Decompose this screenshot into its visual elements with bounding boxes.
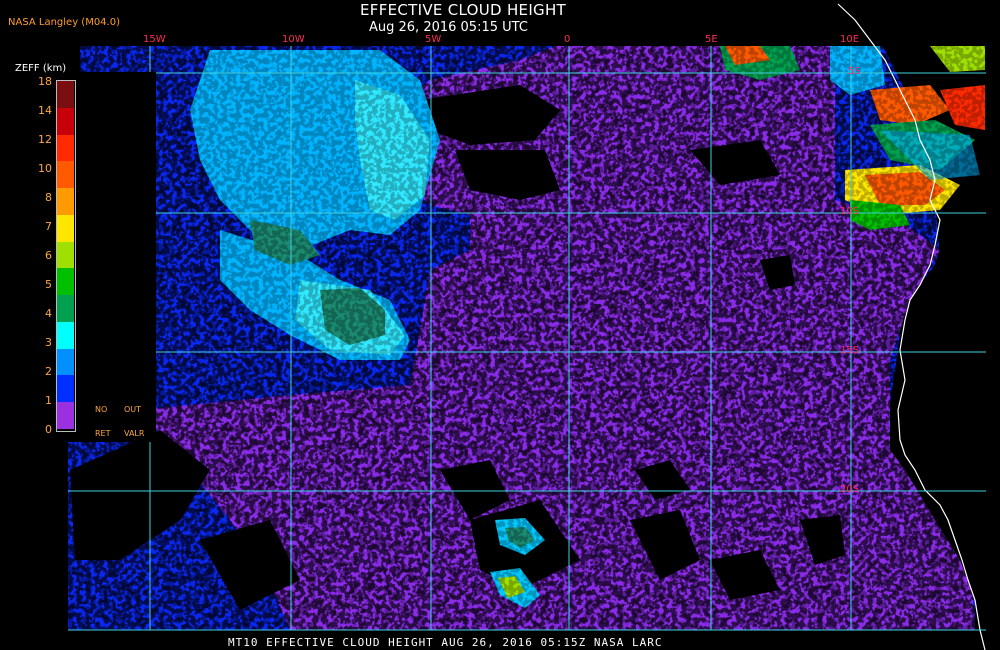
- legend-tick-label: 3: [45, 336, 52, 349]
- legend-tick-label: 6: [45, 249, 52, 262]
- lon-label-5e: 5E: [705, 34, 718, 45]
- legend-valr-label: VALR: [124, 429, 145, 438]
- legend-tick-label: 2: [45, 365, 52, 378]
- legend-tick-label: 4: [45, 307, 52, 320]
- legend-tick-label: 0: [45, 423, 52, 436]
- lon-label-10w: 10W: [282, 34, 305, 45]
- lat-label-10s: 10S: [840, 206, 860, 217]
- lat-label-15s: 15S: [840, 345, 860, 356]
- legend-tick-label: 5: [45, 278, 52, 291]
- legend-tick-label: 7: [45, 220, 52, 233]
- legend-tick-label: 10: [38, 162, 52, 175]
- legend-tick-label: 12: [38, 133, 52, 146]
- source-label: NASA Langley (M04.0): [8, 17, 120, 28]
- cloud-height-map: [8, 0, 1000, 650]
- lon-label-5w: 5W: [425, 34, 442, 45]
- lon-label-0: 0: [564, 34, 571, 45]
- legend-tick-label: 1: [45, 394, 52, 407]
- legend-no-label: NO: [95, 405, 108, 414]
- texture-top: [68, 46, 986, 630]
- legend-unit-label: ZEFF (km): [15, 63, 67, 74]
- footer-caption: MT10 EFFECTIVE CLOUD HEIGHT AUG 26, 2016…: [228, 636, 663, 649]
- lat-label-5s: 5S: [848, 66, 861, 77]
- legend-tick-label: 18: [38, 75, 52, 88]
- legend-panel: [8, 72, 156, 442]
- legend-out-label: OUT: [124, 405, 142, 414]
- map-timestamp: Aug 26, 2016 05:15 UTC: [369, 20, 528, 35]
- legend-ret-label: RET: [95, 429, 111, 438]
- lat-label-20s: 20S: [840, 484, 860, 495]
- legend-tick-label: 8: [45, 191, 52, 204]
- legend-colorbar-frame: [56, 80, 76, 432]
- legend-tick-label: 14: [38, 104, 52, 117]
- lon-label-15w: 15W: [143, 34, 166, 45]
- map-title: EFFECTIVE CLOUD HEIGHT: [360, 1, 567, 19]
- lon-label-10e: 10E: [840, 34, 860, 45]
